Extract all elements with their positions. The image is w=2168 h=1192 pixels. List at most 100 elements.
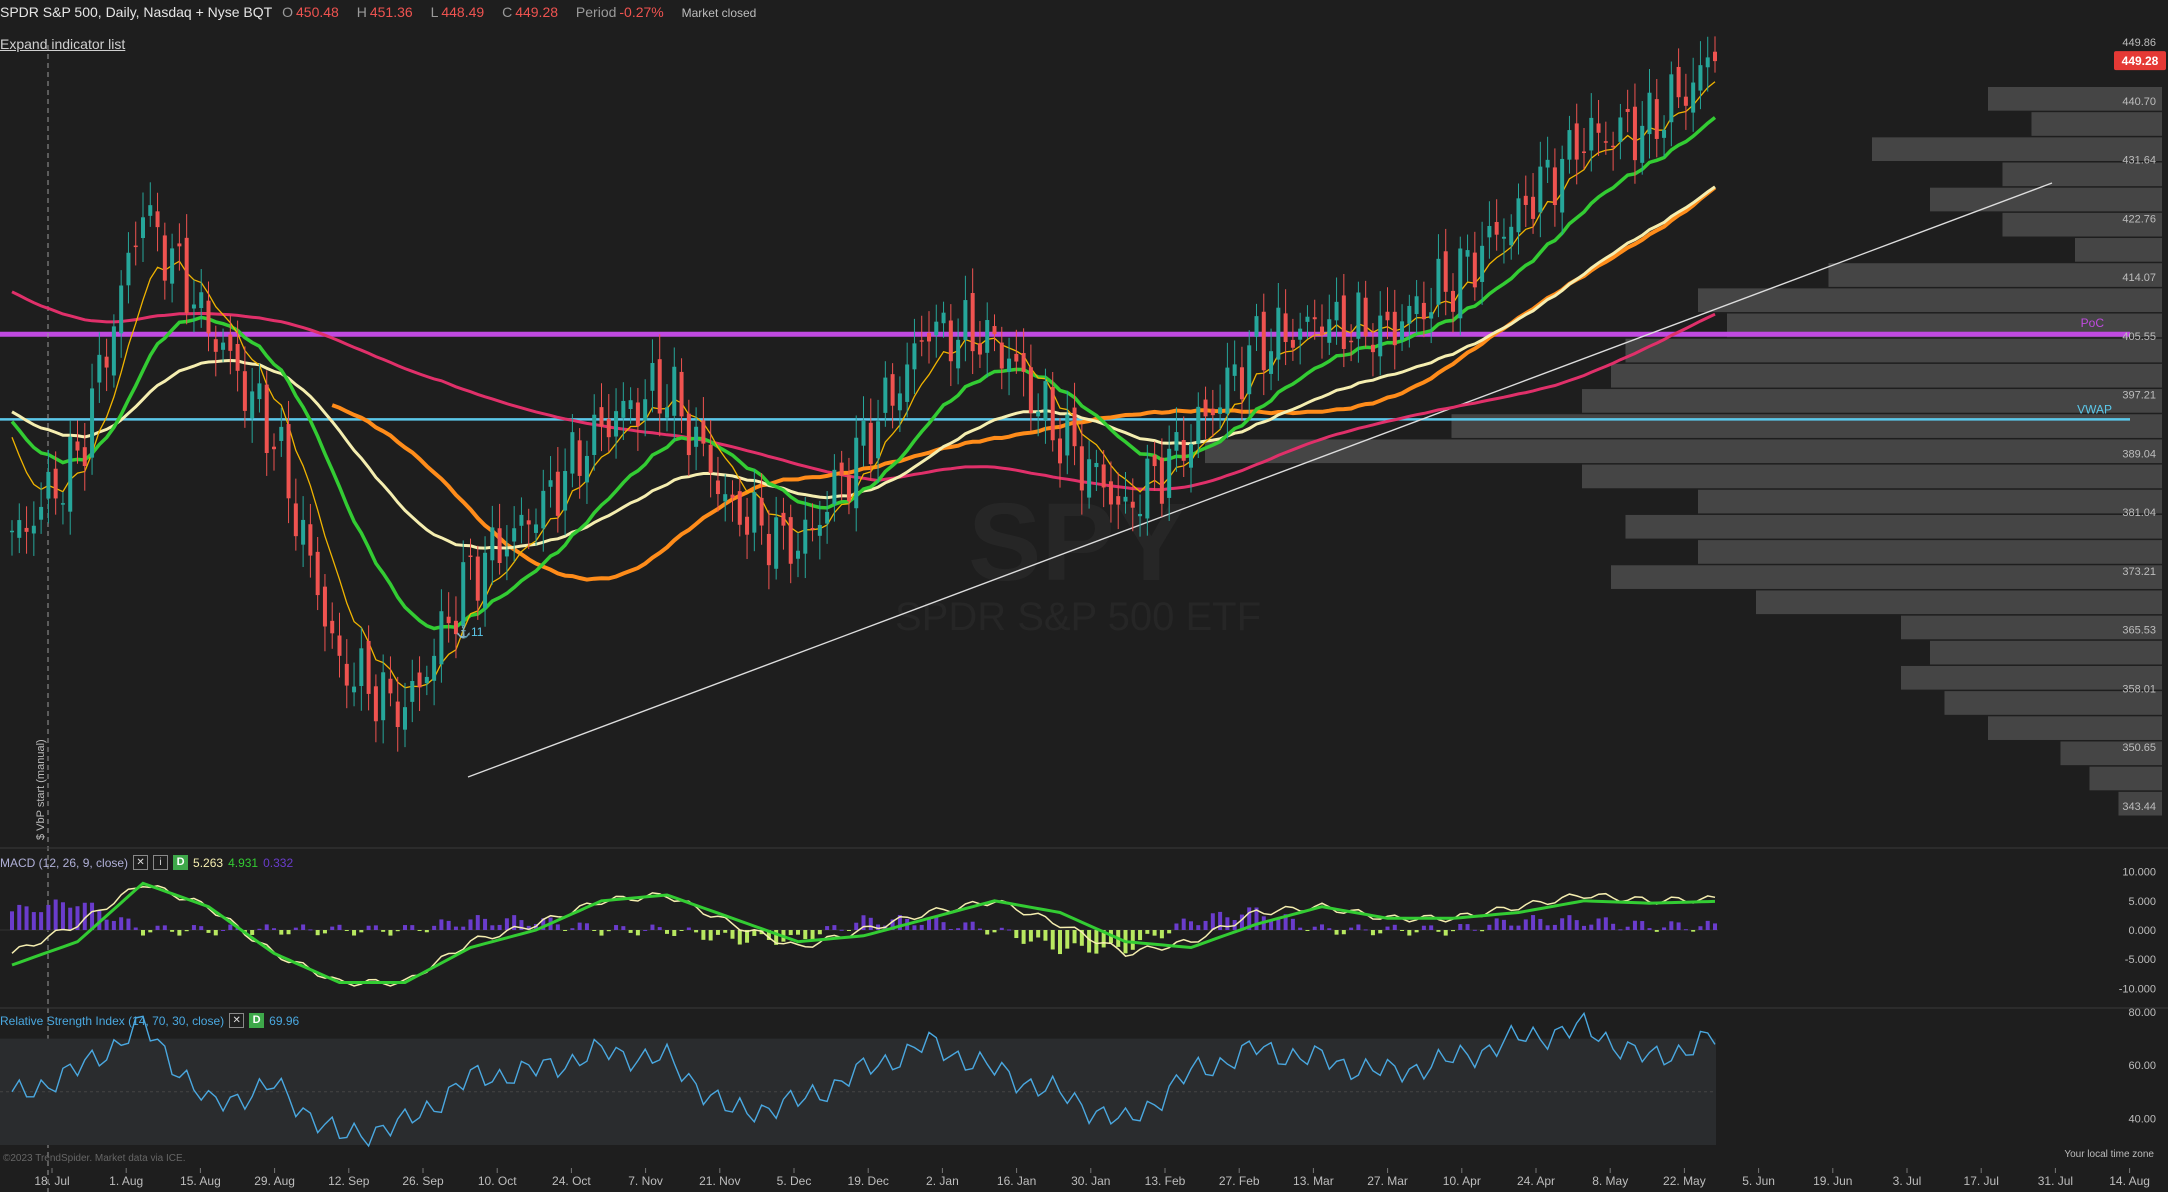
candle-body <box>468 555 473 558</box>
candle-body <box>242 371 247 411</box>
candle-body <box>905 364 910 402</box>
rsi-header: Relative Strength Index (14, 70, 30, clo… <box>0 1013 299 1028</box>
candle-body <box>977 343 982 355</box>
macd-histogram-bar <box>1705 920 1710 930</box>
macd-histogram-bar <box>1363 929 1368 931</box>
price-axis-label: 350.65 <box>2122 742 2156 754</box>
candle-body <box>90 388 95 458</box>
macd-histogram-bar <box>577 922 582 930</box>
candle-body <box>643 399 648 421</box>
candle-body <box>839 462 844 476</box>
candle-body <box>381 672 386 721</box>
macd-d-badge[interactable]: D <box>173 855 189 870</box>
candle-body <box>68 436 73 512</box>
macd-close-icon[interactable]: ✕ <box>133 855 149 870</box>
copyright: ©2023 TrendSpider. Market data via ICE. <box>3 1153 186 1164</box>
macd-histogram-bar <box>439 919 444 930</box>
price-chart[interactable]: SPY SPDR S&P 500 ETF PoC VWAP $ VbP start … <box>0 0 2168 1192</box>
candle-body <box>264 384 269 454</box>
macd-histogram-bar <box>730 930 735 939</box>
candle-body <box>301 519 306 545</box>
timezone-label[interactable]: Your local time zone <box>2064 1149 2154 1160</box>
macd-histogram-bar <box>1072 930 1077 944</box>
macd-histogram-bar <box>228 924 233 930</box>
macd-histogram-bar <box>1487 924 1492 930</box>
candle-body <box>366 640 371 694</box>
macd-histogram-bar <box>1414 930 1419 933</box>
macd-histogram-bar <box>315 930 320 936</box>
rsi-name[interactable]: Relative Strength Index (14, 70, 30, clo… <box>0 1014 224 1028</box>
macd-histogram-bar <box>1516 925 1521 930</box>
macd-histogram-bar <box>701 930 706 940</box>
macd-histogram-bar <box>119 917 124 930</box>
candle-body <box>1123 496 1128 502</box>
candle-body <box>490 527 495 561</box>
rsi-axis-label: 40.00 <box>2128 1113 2156 1125</box>
macd-histogram-bar <box>665 930 669 934</box>
macd-histogram-bar <box>504 918 509 930</box>
candle-body <box>665 407 669 418</box>
candle-body <box>606 418 611 438</box>
candle-body <box>1021 353 1026 372</box>
vbp-bar <box>1698 489 2162 514</box>
macd-histogram-bar <box>497 924 502 930</box>
macd-histogram-bar <box>599 930 604 936</box>
x-axis-label: 27. Feb <box>1219 1174 1260 1188</box>
macd-histogram-bar <box>1429 925 1434 930</box>
macd-histogram-bar <box>395 930 400 932</box>
macd-histogram-bar <box>286 930 291 935</box>
poc-label: PoC <box>2081 316 2105 330</box>
macd-histogram-bar <box>10 911 14 930</box>
x-axis-label: 12. Sep <box>328 1174 370 1188</box>
candle-body <box>1079 446 1084 491</box>
macd-histogram-bar <box>1465 924 1470 930</box>
candle-body <box>992 326 997 335</box>
candle-body <box>359 648 364 687</box>
macd-histogram-bar <box>133 927 138 930</box>
candle-body <box>1087 459 1092 498</box>
rsi-d-badge[interactable]: D <box>249 1013 265 1028</box>
macd-histogram-bar <box>846 930 851 931</box>
macd-histogram-bar <box>832 925 837 930</box>
candle-body <box>352 686 357 693</box>
x-axis-label: 13. Feb <box>1145 1174 1186 1188</box>
candle-body <box>650 362 655 391</box>
candle-body <box>39 506 44 520</box>
macd-histogram-bar <box>1167 930 1172 934</box>
price-axis-label: 381.04 <box>2122 507 2156 519</box>
candle-body <box>1400 321 1405 340</box>
macd-histogram-bar <box>1582 925 1586 930</box>
x-axis-label: 18. Jul <box>34 1174 69 1188</box>
candle-body <box>1130 501 1135 508</box>
candle-body <box>730 494 735 498</box>
macd-histogram-bar <box>1312 926 1317 930</box>
macd-histogram-bar <box>1334 930 1339 935</box>
candle-body <box>1145 458 1150 519</box>
macd-histogram-bar <box>912 925 917 930</box>
macd-histogram-bar <box>177 930 182 936</box>
macd-value-2: 4.931 <box>228 855 259 870</box>
macd-name[interactable]: MACD (12, 26, 9, close) <box>0 856 128 870</box>
macd-histogram-bar <box>1509 925 1514 930</box>
candle-body <box>715 480 720 495</box>
candle-body <box>1159 457 1164 504</box>
candle-body <box>897 393 902 411</box>
macd-histogram-bar <box>1392 924 1397 930</box>
macd-histogram-bar <box>672 930 677 936</box>
macd-histogram-bar <box>126 918 131 930</box>
candle-body <box>191 304 196 309</box>
candle-body <box>1254 316 1259 337</box>
macd-histogram-bar <box>490 925 495 930</box>
candle-body <box>1436 258 1441 305</box>
candle-body <box>424 676 429 684</box>
candle-body <box>17 520 22 538</box>
macd-histogram-bar <box>1669 921 1674 930</box>
macd-histogram-bar <box>424 930 429 933</box>
rsi-close-icon[interactable]: ✕ <box>229 1013 245 1028</box>
candle-body <box>876 421 881 459</box>
macd-info-icon[interactable]: i <box>153 855 169 870</box>
candle-body <box>206 300 211 334</box>
macd-histogram-bar <box>635 930 640 936</box>
macd-histogram-bar <box>570 928 575 930</box>
candle-body <box>162 235 167 281</box>
